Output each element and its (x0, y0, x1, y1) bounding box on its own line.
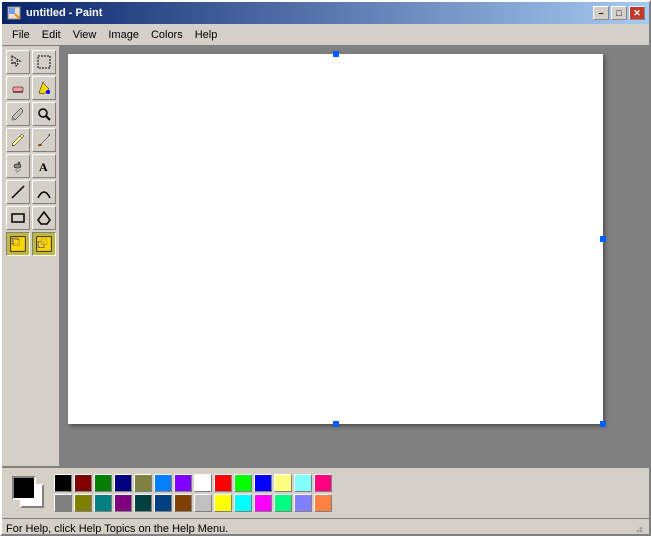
title-bar-left: untitled - Paint (6, 5, 102, 21)
menu-bar: File Edit View Image Colors Help (2, 24, 649, 46)
color-swatch[interactable] (214, 494, 232, 512)
color-swatch[interactable] (174, 474, 192, 492)
color-swatch[interactable] (234, 474, 252, 492)
color-swatch[interactable] (134, 474, 152, 492)
canvas-surface[interactable] (68, 54, 603, 424)
window-title: untitled - Paint (26, 7, 102, 19)
minimize-button[interactable]: – (593, 6, 609, 20)
handle-mid-right[interactable] (600, 236, 606, 242)
resize-grip-icon (633, 523, 645, 535)
color-swatch[interactable] (154, 474, 172, 492)
color-palette (54, 474, 332, 512)
tool-eraser[interactable] (6, 76, 30, 100)
color-swatch[interactable] (114, 474, 132, 492)
maximize-button[interactable]: □ (611, 6, 627, 20)
menu-edit[interactable]: Edit (36, 27, 67, 43)
menu-file[interactable]: File (6, 27, 36, 43)
window-controls: – □ ✕ (593, 6, 645, 20)
color-swatch[interactable] (194, 494, 212, 512)
tool-brush[interactable] (32, 128, 56, 152)
color-swatch[interactable] (234, 494, 252, 512)
tool-line[interactable] (6, 180, 30, 204)
foreground-color-box[interactable] (12, 476, 36, 500)
palette-bar (2, 466, 649, 518)
tool-curve[interactable] (32, 180, 56, 204)
status-bar: For Help, click Help Topics on the Help … (2, 518, 649, 536)
color-swatch[interactable] (74, 494, 92, 512)
color-swatch[interactable] (254, 494, 272, 512)
toolbar: A (2, 46, 60, 466)
color-swatch[interactable] (94, 474, 112, 492)
color-swatch[interactable] (154, 494, 172, 512)
title-bar: untitled - Paint – □ ✕ (2, 2, 649, 24)
handle-bot-right[interactable] (600, 421, 606, 427)
tool-rectangle[interactable] (6, 206, 30, 230)
tool-magnifier[interactable] (32, 102, 56, 126)
color-swatch[interactable] (214, 474, 232, 492)
handle-top-center[interactable] (333, 51, 339, 57)
menu-help[interactable]: Help (189, 27, 224, 43)
color-swatch[interactable] (114, 494, 132, 512)
color-swatch[interactable] (174, 494, 192, 512)
color-swatch[interactable] (314, 494, 332, 512)
tool-opaque-select[interactable] (6, 232, 30, 256)
color-swatch[interactable] (294, 474, 312, 492)
tool-select-free[interactable] (6, 50, 30, 74)
color-swatch[interactable] (274, 474, 292, 492)
status-text: For Help, click Help Topics on the Help … (6, 523, 228, 535)
svg-text:A: A (39, 160, 48, 174)
color-swatch[interactable] (74, 474, 92, 492)
close-button[interactable]: ✕ (629, 6, 645, 20)
menu-view[interactable]: View (67, 27, 103, 43)
canvas-wrapper[interactable] (60, 46, 649, 466)
tool-airbrush[interactable] (6, 154, 30, 178)
color-swatch[interactable] (194, 474, 212, 492)
tool-select-rect[interactable] (32, 50, 56, 74)
handle-bot-center[interactable] (333, 421, 339, 427)
color-swatch[interactable] (314, 474, 332, 492)
color-swatch[interactable] (54, 474, 72, 492)
color-swatch[interactable] (254, 474, 272, 492)
color-selection (10, 474, 48, 512)
tool-fill[interactable] (32, 76, 56, 100)
color-swatch[interactable] (54, 494, 72, 512)
tool-eyedropper[interactable] (6, 102, 30, 126)
tool-transparent-select[interactable] (32, 232, 56, 256)
menu-image[interactable]: Image (102, 27, 145, 43)
main-area: A (2, 46, 649, 466)
color-swatch[interactable] (134, 494, 152, 512)
window-frame: untitled - Paint – □ ✕ File Edit View Im… (0, 0, 651, 536)
tool-pencil[interactable] (6, 128, 30, 152)
tool-text[interactable]: A (32, 154, 56, 178)
color-swatch[interactable] (274, 494, 292, 512)
app-icon (6, 5, 22, 21)
color-swatch[interactable] (94, 494, 112, 512)
menu-colors[interactable]: Colors (145, 27, 189, 43)
tool-polygon[interactable] (32, 206, 56, 230)
color-swatch[interactable] (294, 494, 312, 512)
